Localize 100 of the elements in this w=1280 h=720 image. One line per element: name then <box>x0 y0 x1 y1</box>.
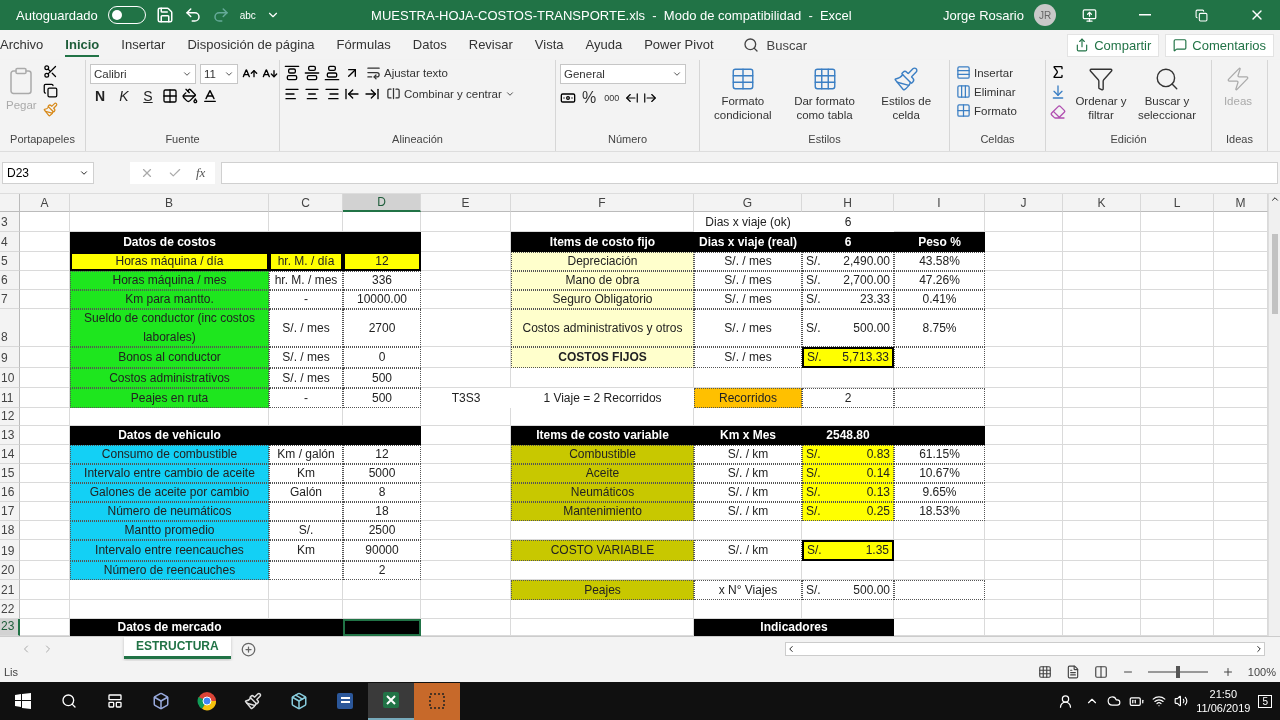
fill-icon[interactable] <box>1050 84 1066 100</box>
table-cell[interactable]: 43.58% <box>894 252 985 271</box>
row-header[interactable]: 17 <box>0 502 20 521</box>
vertical-scrollbar[interactable] <box>1268 194 1280 636</box>
table-cell[interactable]: Combustible <box>511 445 694 464</box>
editing-button[interactable]: Ordenar y filtrar <box>1070 64 1132 124</box>
align-bottom-icon[interactable] <box>324 64 340 81</box>
table-cell[interactable]: hr. M. / día <box>269 252 343 271</box>
row-header[interactable]: 8 <box>0 309 20 347</box>
table-cell[interactable]: 0 <box>343 347 421 368</box>
row-header[interactable]: 5 <box>0 252 20 271</box>
table-cell[interactable]: Datos de costos <box>70 232 269 252</box>
normal-view-icon[interactable] <box>1037 664 1052 679</box>
row-header[interactable]: 6 <box>0 271 20 290</box>
table-cell[interactable]: 2 <box>343 561 421 580</box>
horizontal-scrollbar[interactable] <box>785 642 1265 656</box>
table-cell[interactable]: S/. 500.00 <box>802 309 894 347</box>
table-cell[interactable]: 61.15% <box>894 445 985 464</box>
table-cell[interactable] <box>269 502 343 521</box>
table-cell[interactable]: COSTOS FIJOS <box>511 347 694 368</box>
table-cell[interactable]: S/. <box>269 521 343 540</box>
ribbon-tab[interactable]: Datos <box>412 33 447 57</box>
ribbon-tab[interactable]: Vista <box>534 33 564 57</box>
table-cell[interactable] <box>894 580 985 600</box>
font-size-select[interactable]: 11 <box>200 64 238 84</box>
table-cell[interactable]: - <box>269 388 343 408</box>
undo-icon[interactable] <box>183 6 202 24</box>
table-cell[interactable]: Km / galón <box>269 445 343 464</box>
name-box[interactable]: D23 <box>2 161 94 184</box>
styles-button[interactable]: Dar formato como tabla <box>785 64 864 124</box>
people-icon[interactable] <box>1058 693 1074 709</box>
column-header[interactable]: F <box>511 194 694 212</box>
table-cell[interactable]: Km <box>269 464 343 483</box>
table-cell[interactable]: S/. 0.83 <box>802 445 894 464</box>
table-cell[interactable]: 9.65% <box>894 483 985 502</box>
column-header[interactable]: I <box>894 194 985 212</box>
column-header[interactable]: B <box>70 194 269 212</box>
table-cell[interactable]: Peajes en ruta <box>70 388 269 408</box>
table-cell[interactable] <box>343 232 421 252</box>
add-sheet-icon[interactable] <box>240 641 256 657</box>
row-header[interactable]: 22 <box>0 600 20 619</box>
ribbon-tab[interactable]: Disposición de página <box>187 33 315 57</box>
table-cell[interactable]: - <box>269 290 343 309</box>
decrease-decimal-icon[interactable] <box>643 91 658 105</box>
table-cell[interactable]: Mano de obra <box>511 271 694 290</box>
copy-icon[interactable] <box>42 83 58 98</box>
editing-button[interactable]: Buscar y seleccionar <box>1136 64 1198 124</box>
row-header[interactable]: 23 <box>0 619 20 636</box>
comments-button[interactable]: Comentarios <box>1165 33 1274 57</box>
cells-button[interactable]: Formato <box>954 102 1019 119</box>
row-header[interactable]: 7 <box>0 290 20 309</box>
table-cell[interactable]: S/. / mes <box>269 347 343 368</box>
table-cell[interactable]: 5000 <box>343 464 421 483</box>
borders-icon[interactable] <box>162 88 178 104</box>
table-cell[interactable]: 12 <box>343 252 421 271</box>
column-header[interactable]: G <box>694 194 802 212</box>
table-cell[interactable] <box>894 388 985 408</box>
table-cell[interactable]: Km x Mes <box>694 426 802 445</box>
row-header[interactable]: 9 <box>0 347 20 368</box>
table-cell[interactable]: Costos administrativos <box>70 368 269 388</box>
table-cell[interactable]: 2 <box>802 388 894 408</box>
column-header[interactable]: A <box>20 194 70 212</box>
table-cell[interactable]: 1 Viaje = 2 Recorridos <box>511 388 694 408</box>
table-cell[interactable]: 2548.80 <box>802 426 894 445</box>
number-format-select[interactable]: General <box>560 64 686 84</box>
ribbon-tab[interactable]: Ayuda <box>585 33 623 57</box>
table-cell[interactable] <box>343 619 421 636</box>
table-cell[interactable]: Seguro Obligatorio <box>511 290 694 309</box>
page-break-icon[interactable] <box>1093 664 1108 679</box>
table-cell[interactable]: 500 <box>343 388 421 408</box>
table-cell[interactable]: 10.67% <box>894 464 985 483</box>
table-cell[interactable] <box>269 561 343 580</box>
table-cell[interactable]: 2700 <box>343 309 421 347</box>
row-header[interactable]: 12 <box>0 408 20 426</box>
insert-function-button[interactable]: fx <box>196 164 206 181</box>
column-header[interactable]: L <box>1141 194 1214 212</box>
table-cell[interactable]: S/. / km <box>694 502 802 521</box>
sheet-tab[interactable]: ESTRUCTURA <box>124 636 231 659</box>
table-cell[interactable]: Intervalo entre cambio de aceite <box>70 464 269 483</box>
row-header[interactable]: 10 <box>0 368 20 388</box>
table-cell[interactable]: 8.75% <box>894 309 985 347</box>
font-style-button[interactable]: S <box>138 88 158 104</box>
table-cell[interactable]: S/. / mes <box>694 309 802 347</box>
table-cell[interactable]: Consumo de combustible <box>70 445 269 464</box>
table-cell[interactable]: S/. 0.25 <box>802 502 894 521</box>
row-header[interactable]: 14 <box>0 445 20 464</box>
table-cell[interactable]: S/. / km <box>694 445 802 464</box>
fill-color-icon[interactable] <box>182 88 198 104</box>
table-cell[interactable]: 8 <box>343 483 421 502</box>
cells-button[interactable]: Eliminar <box>954 83 1018 100</box>
table-cell[interactable] <box>269 619 343 636</box>
autosum-icon[interactable] <box>1050 64 1066 80</box>
table-cell[interactable]: S/. 23.33 <box>802 290 894 309</box>
table-cell[interactable]: Items de costo variable <box>511 426 694 445</box>
table-cell[interactable]: Dias x viaje (real) <box>694 232 802 252</box>
row-header[interactable]: 18 <box>0 521 20 540</box>
table-cell[interactable]: Km para mantto. <box>70 290 269 309</box>
table-cell[interactable]: x N° Viajes <box>694 580 802 600</box>
row-header[interactable]: 19 <box>0 540 20 561</box>
page-layout-icon[interactable] <box>1065 664 1080 679</box>
